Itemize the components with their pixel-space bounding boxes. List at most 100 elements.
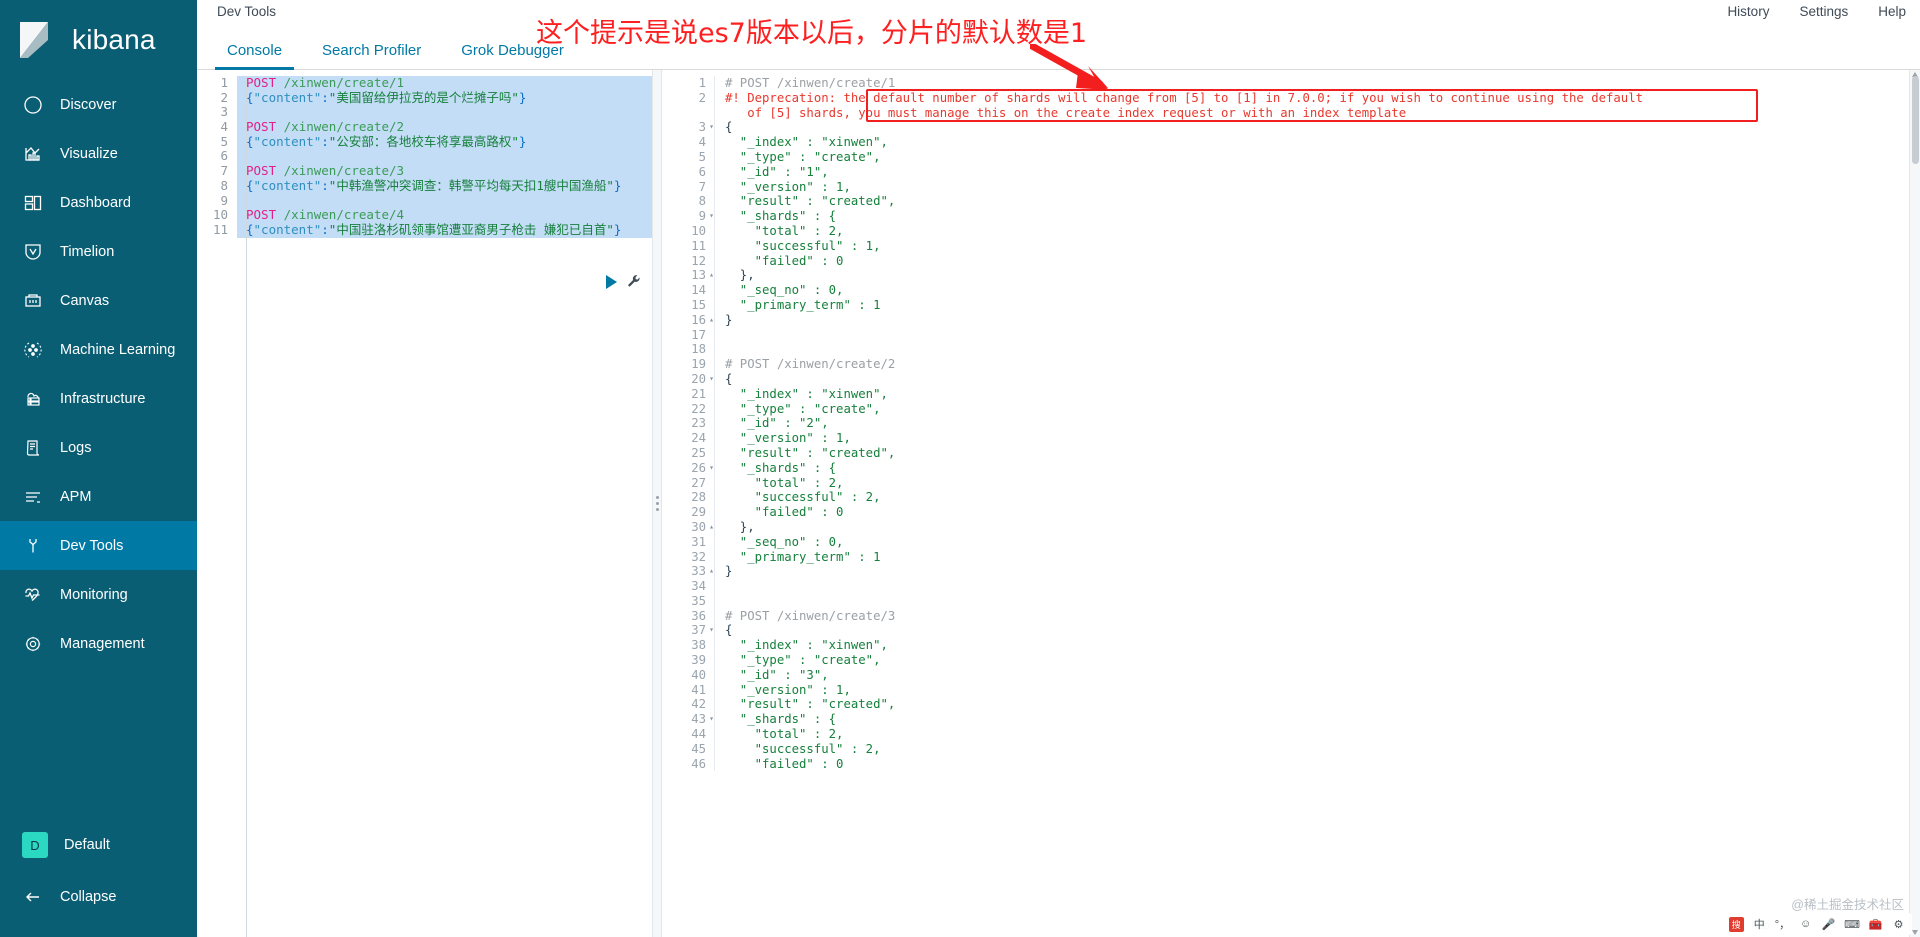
editor-line-text[interactable]: POST /xinwen/create/2: [237, 120, 652, 135]
output-line-number: 43 ▾: [691, 712, 714, 727]
output-line-text: "failed" : 0: [714, 756, 1920, 772]
compass-icon: [22, 94, 44, 116]
ime-lang-chip[interactable]: 中: [1752, 917, 1767, 932]
editor-line-text[interactable]: [237, 149, 652, 165]
brand[interactable]: kibana: [0, 0, 197, 80]
editor-line-text[interactable]: {"content":"公安部：各地校车将享最高路权"}: [237, 134, 652, 150]
keyboard-icon[interactable]: ⌨: [1844, 917, 1860, 932]
sidebar-item-canvas[interactable]: Canvas: [0, 276, 197, 325]
output-line-number: 37 ▾: [691, 623, 714, 638]
editor-line-text[interactable]: {"content":"中韩渔警冲突调查：韩警平均每天扣1艘中国渔船"}: [237, 178, 652, 194]
fold-toggle-icon[interactable]: ▾: [709, 209, 714, 224]
output-line-text: "_shards" : {: [714, 209, 1920, 224]
settings-icon[interactable]: ⚙: [1891, 917, 1906, 932]
output-line: 21 "_index" : "xinwen",: [662, 386, 1920, 402]
sidebar-item-dev-tools[interactable]: Dev Tools: [0, 521, 197, 570]
editor-line-text[interactable]: {"content":"美国留给伊拉克的是个烂摊子吗"}: [237, 90, 652, 106]
sidebar-item-label: Discover: [60, 96, 117, 113]
editor-line-text[interactable]: {"content":"中国驻洛杉矶领事馆遭亚裔男子枪击 嫌犯已自首"}: [237, 222, 652, 238]
output-line-number: 16 ▴: [691, 312, 714, 328]
sidebar-item-apm[interactable]: APM: [0, 472, 197, 521]
output-line-text: "_shards" : {: [714, 460, 1920, 476]
output-line: of [5] shards, you must manage this on t…: [662, 105, 1920, 121]
fold-toggle-icon[interactable]: ▾: [709, 372, 714, 387]
mic-icon[interactable]: 🎤: [1821, 917, 1836, 932]
output-line-text: "_index" : "xinwen",: [714, 638, 1920, 654]
editor-line[interactable]: 11 {"content":"中国驻洛杉矶领事馆遭亚裔男子枪击 嫌犯已自首"}: [197, 222, 652, 238]
output-scrollbar[interactable]: [1909, 70, 1920, 937]
editor-lines[interactable]: 1 POST /xinwen/create/1 2 {"content":"美国留给伊…: [197, 75, 652, 238]
toolbox-icon[interactable]: 🧰: [1868, 917, 1883, 932]
editor-line-text[interactable]: [237, 105, 652, 121]
smiley-icon[interactable]: ☺: [1798, 917, 1813, 932]
ime-punct-chip[interactable]: °，: [1775, 917, 1790, 932]
scroll-down-arrow-icon[interactable]: [1912, 930, 1918, 935]
editor-line[interactable]: 1 POST /xinwen/create/1: [197, 75, 652, 91]
tab-grok-debugger[interactable]: Grok Debugger: [441, 42, 584, 69]
editor-line[interactable]: 8 {"content":"中韩渔警冲突调查：韩警平均每天扣1艘中国渔船"}: [197, 178, 652, 194]
editor-line[interactable]: 7 POST /xinwen/create/3: [197, 163, 652, 179]
fold-toggle-icon[interactable]: ▴: [709, 268, 714, 283]
output-line: 26 ▾ "_shards" : {: [662, 460, 1920, 476]
editor-line[interactable]: 4 POST /xinwen/create/2: [197, 119, 652, 135]
sidebar-item-timelion[interactable]: Timelion: [0, 227, 197, 276]
play-button[interactable]: [606, 275, 617, 289]
sidebar-item-label: Visualize: [60, 145, 118, 162]
sidebar-item-management[interactable]: Management: [0, 619, 197, 668]
settings-link[interactable]: Settings: [1799, 4, 1848, 19]
output-line: 13 ▴ },: [662, 268, 1920, 284]
sidebar-item-infrastructure[interactable]: Infrastructure: [0, 374, 197, 423]
sidebar-item-label: Logs: [60, 439, 92, 456]
editor-line[interactable]: 6: [197, 149, 652, 165]
fold-toggle-icon[interactable]: ▾: [709, 120, 714, 135]
scrollbar-thumb[interactable]: [1912, 76, 1919, 164]
space-selector[interactable]: D Default: [0, 819, 197, 871]
output-line-text: "_type" : "create",: [714, 401, 1920, 417]
editor-line-text[interactable]: POST /xinwen/create/3: [237, 164, 652, 179]
collapse-button[interactable]: Collapse: [0, 871, 197, 923]
output-line-number: 13 ▴: [691, 268, 714, 283]
ime-toolbar[interactable]: 搜 中 °， ☺ 🎤 ⌨ 🧰 ⚙: [1722, 913, 1912, 935]
history-link[interactable]: History: [1727, 4, 1769, 19]
output-line-text: }: [714, 564, 1920, 580]
topbar: Dev Tools History Settings Help: [197, 0, 1920, 30]
sidebar-item-dashboard[interactable]: Dashboard: [0, 178, 197, 227]
fold-toggle-icon[interactable]: ▾: [709, 712, 714, 727]
output-line-number: 5: [698, 149, 706, 164]
help-link[interactable]: Help: [1878, 4, 1906, 19]
output-line-number: 20 ▾: [691, 371, 714, 387]
fold-toggle-icon[interactable]: ▾: [709, 623, 714, 638]
wrench-button[interactable]: [626, 274, 642, 290]
fold-toggle-icon[interactable]: ▴: [709, 520, 714, 535]
sidebar-item-machine-learning[interactable]: Machine Learning: [0, 325, 197, 374]
output-line: 31 "_seq_no" : 0,: [662, 534, 1920, 550]
request-editor[interactable]: 1 POST /xinwen/create/1 2 {"content":"美国留给伊…: [197, 70, 652, 937]
editor-line-text[interactable]: POST /xinwen/create/1: [237, 76, 652, 91]
output-line-text: }: [714, 312, 1920, 328]
sidebar-item-discover[interactable]: Discover: [0, 80, 197, 129]
editor-line[interactable]: 10 POST /xinwen/create/4: [197, 207, 652, 223]
response-output[interactable]: 1 # POST /xinwen/create/1 2 #! Deprecation:…: [662, 70, 1920, 937]
code-token: {: [246, 222, 254, 237]
tab-search-profiler[interactable]: Search Profiler: [302, 42, 441, 69]
main-area: Dev Tools History Settings Help Console …: [197, 0, 1920, 937]
sidebar-item-visualize[interactable]: Visualize: [0, 129, 197, 178]
output-lines: 1 # POST /xinwen/create/1 2 #! Deprecation:…: [662, 76, 1920, 772]
editor-line-text[interactable]: [237, 193, 652, 209]
sidebar-item-logs[interactable]: Logs: [0, 423, 197, 472]
editor-line-text[interactable]: POST /xinwen/create/4: [237, 208, 652, 223]
fold-toggle-icon[interactable]: ▾: [709, 461, 714, 476]
pane-splitter[interactable]: [652, 70, 662, 937]
editor-line[interactable]: 9: [197, 193, 652, 209]
editor-line[interactable]: 3: [197, 105, 652, 121]
tab-console[interactable]: Console: [207, 42, 302, 70]
sidebar-item-monitoring[interactable]: Monitoring: [0, 570, 197, 619]
editor-line[interactable]: 2 {"content":"美国留给伊拉克的是个烂摊子吗"}: [197, 90, 652, 106]
fold-toggle-icon[interactable]: ▴: [709, 564, 714, 579]
editor-line[interactable]: 5 {"content":"公安部：各地校车将享最高路权"}: [197, 134, 652, 150]
editor-line-number: 10: [212, 207, 228, 223]
output-line: 8 "result" : "created",: [662, 194, 1920, 210]
fold-toggle-icon[interactable]: ▴: [709, 313, 714, 328]
code-token: }: [613, 178, 622, 193]
